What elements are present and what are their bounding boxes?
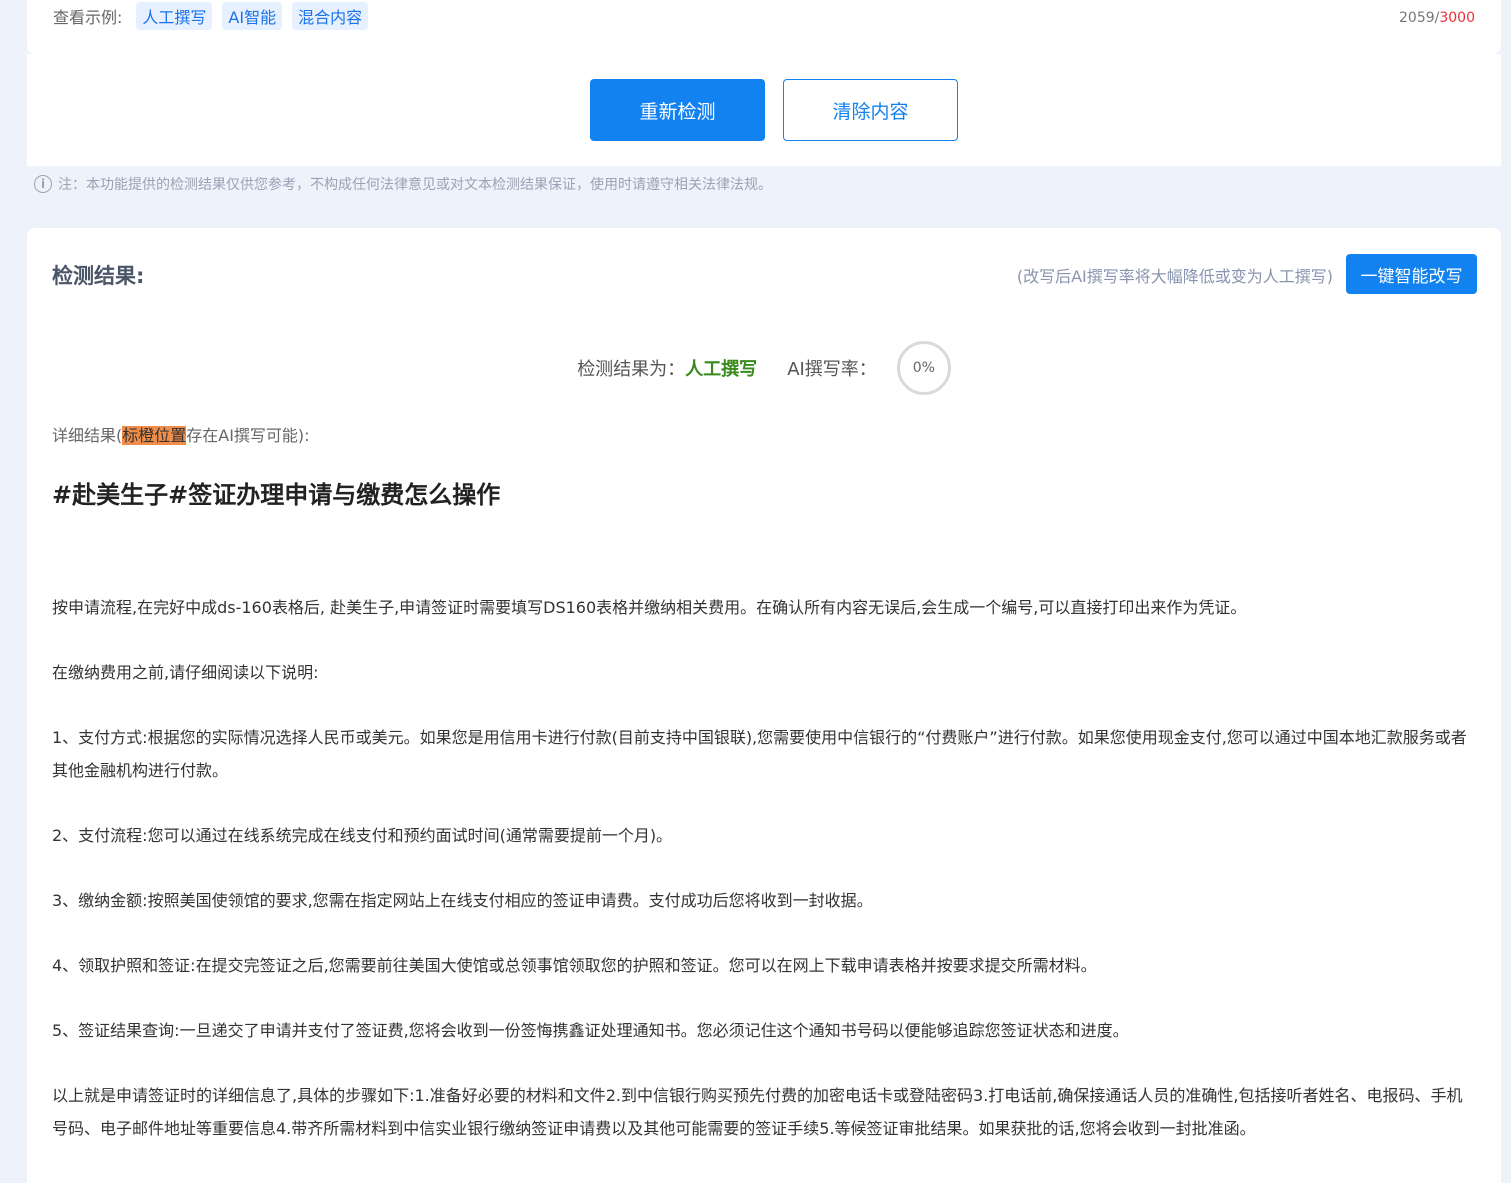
action-bar: 重新检测 清除内容 [27, 54, 1501, 166]
result-panel: 检测结果: (改写后AI撰写率将大幅降低或变为人工撰写) 一键智能改写 检测结果… [27, 228, 1501, 1183]
result-title: 检测结果: [52, 264, 145, 288]
article-title: #赴美生子#签证办理申请与缴费怎么操作 [52, 481, 501, 509]
ai-rate-gauge: 0% [896, 341, 951, 395]
char-count-max: 3000 [1439, 10, 1475, 26]
ai-rate-label: AI撰写率： [787, 359, 877, 380]
clear-content-button[interactable]: 清除内容 [783, 79, 958, 141]
detail-suffix: 存在AI撰写可能): [186, 426, 310, 445]
paragraph: 按申请流程,在完好中成ds-160表格后, 赴美生子,申请签证时需要填写DS16… [52, 598, 1247, 617]
summary-label: 检测结果为： [577, 359, 686, 380]
detail-label: 详细结果(标橙位置存在AI撰写可能): [52, 422, 310, 446]
paragraph: 3、缴纳金额:按照美国使领馆的要求,您需在指定网站上在线支付相应的签证申请费。支… [52, 891, 873, 910]
smart-rewrite-button[interactable]: 一键智能改写 [1346, 254, 1477, 294]
example-tag-mixed[interactable]: 混合内容 [292, 2, 369, 30]
text-input-footer: 查看示例: 人工撰写 AI智能 混合内容 2059/3000 [27, 0, 1501, 54]
article-body: 按申请流程,在完好中成ds-160表格后, 赴美生子,申请签证时需要填写DS16… [52, 591, 1472, 1177]
example-tag-ai[interactable]: AI智能 [222, 2, 283, 30]
char-count-current: 2059/ [1399, 10, 1440, 26]
disclaimer-note: i 注：本功能提供的检测结果仅供您参考，不构成任何法律意见或对文本检测结果保证，… [34, 174, 772, 194]
info-icon: i [34, 175, 52, 193]
examples-label: 查看示例: [53, 8, 123, 27]
rewrite-hint: (改写后AI撰写率将大幅降低或变为人工撰写) [1016, 267, 1333, 286]
examples-bar: 查看示例: 人工撰写 AI智能 混合内容 [53, 2, 378, 30]
result-summary: 检测结果为： 人工撰写 AI撰写率： 0% [27, 340, 1501, 396]
example-tag-human[interactable]: 人工撰写 [136, 2, 213, 30]
paragraph: 以上就是申请签证时的详细信息了,具体的步骤如下:1.准备好必要的材料和文件2.到… [52, 1086, 1463, 1138]
paragraph: 4、领取护照和签证:在提交完签证之后,您需要前往美国大使馆或总领事馆领取您的护照… [52, 956, 1097, 975]
detail-prefix: 详细结果( [52, 426, 123, 445]
paragraph: 5、签证结果查询:一旦递交了申请并支付了签证费,您将会收到一份签悔携鑫证处理通知… [52, 1021, 1129, 1040]
detail-highlight: 标橙位置 [122, 426, 187, 445]
disclaimer-text: 注：本功能提供的检测结果仅供您参考，不构成任何法律意见或对文本检测结果保证，使用… [58, 177, 772, 193]
ai-rate-value: 0% [912, 360, 935, 376]
paragraph: 在缴纳费用之前,请仔细阅读以下说明: [52, 663, 319, 682]
paragraph: 1、支付方式:根据您的实际情况选择人民币或美元。如果您是用信用卡进行付款(目前支… [52, 728, 1467, 780]
page-scrollbar[interactable] [1501, 0, 1511, 1183]
recheck-button[interactable]: 重新检测 [590, 79, 765, 141]
verdict-value: 人工撰写 [685, 359, 758, 380]
paragraph: 2、支付流程:您可以通过在线系统完成在线支付和预约面试时间(通常需要提前一个月)… [52, 826, 673, 845]
char-counter: 2059/3000 [1399, 10, 1475, 26]
